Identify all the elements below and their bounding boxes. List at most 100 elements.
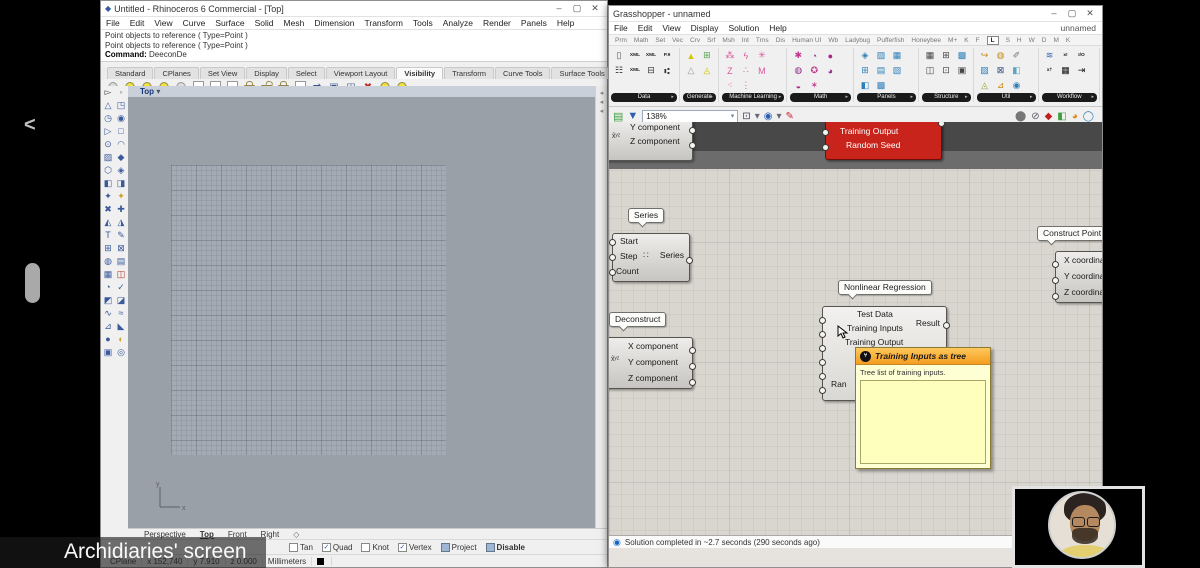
gh-tab-w[interactable]: W bbox=[1029, 37, 1035, 44]
gh-component-icon[interactable]: ⑆ bbox=[659, 63, 675, 78]
gem-preview-icon[interactable]: ◆ bbox=[1045, 111, 1053, 122]
input-training-output[interactable]: Training Output bbox=[826, 124, 941, 138]
output-y-component[interactable]: Y component bbox=[609, 122, 692, 134]
gh-group-label-math[interactable]: Math ▸ bbox=[790, 93, 851, 102]
gh-component-icon[interactable]: ▨ bbox=[873, 48, 889, 63]
gh-menu-edit[interactable]: Edit bbox=[633, 23, 658, 33]
sidebar-tool-icon[interactable]: ◣ bbox=[115, 320, 128, 332]
gh-component-icon[interactable]: ⊞ bbox=[699, 48, 715, 63]
sidebar-tool-icon[interactable]: ⊠ bbox=[115, 242, 128, 254]
gh-tab-wb[interactable]: Wb bbox=[828, 37, 838, 44]
rhino-menu-analyze[interactable]: Analyze bbox=[438, 18, 478, 28]
sidebar-tool-icon[interactable]: T bbox=[102, 229, 115, 241]
status-units[interactable]: Millimeters bbox=[263, 556, 313, 566]
gh-component-icon[interactable]: ✶ bbox=[806, 78, 822, 93]
sidebar-tool-icon[interactable]: ▣ bbox=[102, 346, 115, 358]
sidebar-tool-icon[interactable]: ◎ bbox=[115, 346, 128, 358]
shaded-preview-icon[interactable]: ◕ bbox=[1072, 111, 1078, 122]
port-in[interactable] bbox=[819, 317, 826, 324]
gh-tab-m[interactable]: M bbox=[1053, 37, 1058, 44]
gh-component-icon[interactable]: ▩ bbox=[873, 78, 889, 93]
gh-component-icon[interactable]: ✐ bbox=[1009, 48, 1025, 63]
gh-component-icon[interactable]: ∴ bbox=[738, 63, 754, 78]
sidebar-tool-icon[interactable]: ▷ bbox=[102, 125, 115, 137]
gh-tab-s[interactable]: S bbox=[1006, 37, 1010, 44]
rhino-menu-transform[interactable]: Transform bbox=[359, 18, 407, 28]
gh-component-icon[interactable]: ◍ bbox=[790, 63, 806, 78]
gh-component-icon[interactable]: ⋮ bbox=[738, 78, 754, 93]
gh-component-icon[interactable]: ▤ bbox=[873, 63, 889, 78]
zoom-dropdown-icon[interactable]: ▾ bbox=[755, 111, 760, 122]
gh-component-icon[interactable]: ⇥ bbox=[1074, 63, 1090, 78]
series-component[interactable]: Start Step Count ∷ Series bbox=[609, 233, 693, 282]
port-out[interactable] bbox=[689, 347, 696, 354]
sidebar-tool-icon[interactable]: □ bbox=[115, 125, 128, 137]
gh-titlebar[interactable]: Grasshopper - unnamed – ▢ ✕ bbox=[609, 6, 1102, 22]
input-y-coordinate[interactable]: Y coordinate bbox=[1056, 268, 1102, 284]
checkbox-icon[interactable] bbox=[485, 543, 495, 552]
maximize-icon[interactable]: ▢ bbox=[1064, 8, 1080, 19]
sidebar-tool-icon[interactable]: ◨ bbox=[115, 177, 128, 189]
gh-component-icon[interactable]: ▩ bbox=[954, 48, 970, 63]
sidebar-tool-icon[interactable]: ▦ bbox=[102, 268, 115, 280]
rhino-menu-solid[interactable]: Solid bbox=[250, 18, 279, 28]
gh-tab-msh[interactable]: Msh bbox=[722, 37, 734, 44]
maximize-icon[interactable]: ▢ bbox=[569, 3, 585, 14]
input-x-coordinate[interactable]: X coordinate bbox=[1056, 252, 1102, 268]
camera-icon[interactable]: ⬤ bbox=[1015, 111, 1026, 122]
osnap-project[interactable]: Project bbox=[440, 543, 477, 552]
gh-tab-l[interactable]: L bbox=[986, 35, 999, 45]
rhino-menu-panels[interactable]: Panels bbox=[516, 18, 552, 28]
osnap-knot[interactable]: Knot bbox=[361, 543, 389, 552]
status-layer[interactable] bbox=[312, 556, 333, 566]
port-out[interactable] bbox=[689, 363, 696, 370]
osnap-vertex[interactable]: ✓ Vertex bbox=[397, 543, 432, 552]
sidebar-tool-icon[interactable]: ✦ bbox=[115, 190, 128, 202]
osnap-disable[interactable]: Disable bbox=[485, 543, 525, 552]
rhino-menu-curve[interactable]: Curve bbox=[178, 18, 211, 28]
gh-component-icon[interactable]: ◉ bbox=[1009, 78, 1025, 93]
zoom-extents-icon[interactable]: ⊡ bbox=[742, 111, 750, 122]
gh-component-icon[interactable]: ◒ bbox=[790, 78, 806, 93]
osnap-quad[interactable]: ✓ Quad bbox=[321, 543, 352, 552]
gh-tab-srf[interactable]: Srf bbox=[707, 37, 715, 44]
gh-component-icon[interactable]: ▦ bbox=[889, 48, 905, 63]
sidebar-tool-icon[interactable]: ◦ bbox=[115, 86, 128, 98]
gh-component-icon[interactable]: ▦ bbox=[922, 48, 938, 63]
input-start[interactable]: Start bbox=[613, 234, 689, 249]
sidebar-tool-icon[interactable]: ≈ bbox=[115, 307, 128, 319]
close-icon[interactable]: ✕ bbox=[587, 3, 603, 14]
gh-tab-d[interactable]: D bbox=[1042, 37, 1047, 44]
rhino-tab-select[interactable]: Select bbox=[287, 66, 325, 79]
new-viewport-tab-icon[interactable]: ◇ bbox=[293, 530, 299, 539]
viewport-canvas[interactable]: y x bbox=[128, 97, 595, 529]
gh-tab-dis[interactable]: Dis bbox=[776, 37, 785, 44]
webcam-overlay[interactable] bbox=[1012, 486, 1145, 568]
render-preview-icon[interactable]: ◯ bbox=[1083, 111, 1094, 122]
gh-component-icon[interactable]: ◧ bbox=[1009, 63, 1025, 78]
no-preview-icon[interactable]: ⊘ bbox=[1031, 111, 1039, 122]
gh-component-icon[interactable]: ✪ bbox=[806, 63, 822, 78]
gh-menu-view[interactable]: View bbox=[657, 23, 685, 33]
gh-component-icon[interactable]: Z bbox=[722, 63, 738, 78]
gh-component-icon[interactable]: ◬ bbox=[699, 63, 715, 78]
gh-menu-help[interactable]: Help bbox=[764, 23, 791, 33]
gh-component-icon[interactable]: ϟ bbox=[738, 48, 754, 63]
gh-tab-honeybee[interactable]: Honeybee bbox=[911, 37, 941, 44]
checkbox-icon[interactable] bbox=[440, 543, 450, 552]
gh-tab-m[interactable]: M+ bbox=[948, 37, 957, 44]
port-in[interactable] bbox=[609, 269, 616, 276]
checkbox-icon[interactable]: ✓ bbox=[397, 543, 407, 552]
gh-component-icon[interactable]: P.9 bbox=[659, 48, 675, 63]
gh-component-icon[interactable]: ◬ bbox=[977, 78, 993, 93]
output-z-component[interactable]: Z component bbox=[609, 134, 692, 148]
wireframe-preview-icon[interactable]: ◧ bbox=[1057, 111, 1066, 122]
viewport-title[interactable]: Top ▾ bbox=[128, 86, 595, 97]
close-icon[interactable]: ✕ bbox=[1082, 8, 1098, 19]
viewport-menu-arrow-icon[interactable]: ▾ bbox=[156, 87, 160, 96]
sidebar-tool-icon[interactable]: ◉ bbox=[115, 112, 128, 124]
sidebar-tool-icon[interactable]: ✚ bbox=[115, 203, 128, 215]
gh-component-icon[interactable]: ⊿ bbox=[993, 78, 1009, 93]
gh-tab-h[interactable]: H bbox=[1017, 37, 1022, 44]
sidebar-tool-icon[interactable]: ◧ bbox=[102, 177, 115, 189]
